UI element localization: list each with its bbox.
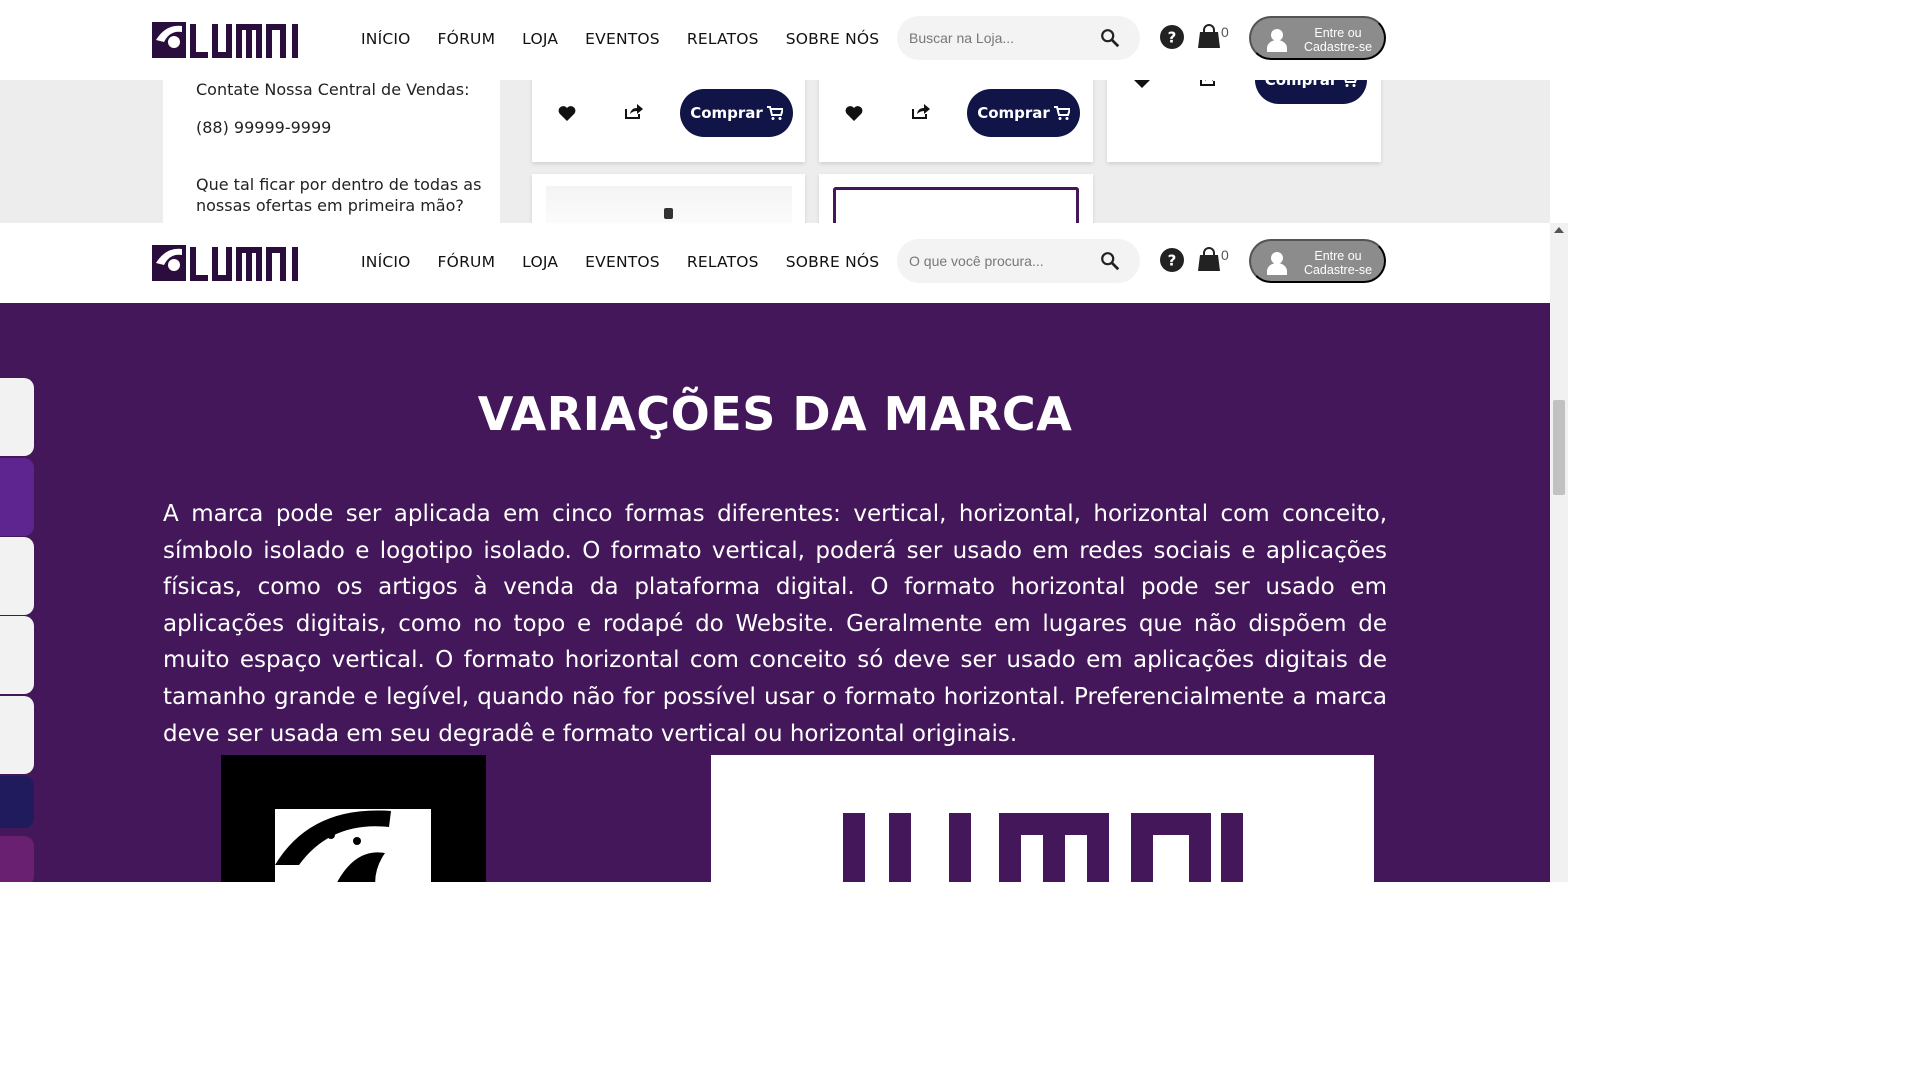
heart-icon[interactable] — [558, 105, 576, 121]
side-tab[interactable] — [0, 537, 34, 615]
product-image[interactable] — [546, 186, 792, 223]
contact-card: Contate Nossa Central de Vendas: (88) 99… — [163, 80, 500, 223]
buy-button[interactable]: Comprar — [967, 89, 1080, 137]
search-icon[interactable] — [1099, 250, 1121, 272]
svg-text:?: ? — [1168, 29, 1177, 47]
scroll-up-icon[interactable] — [1554, 227, 1564, 233]
login-label: Entre ou Cadastre-se — [1303, 249, 1373, 277]
cart-icon — [1344, 80, 1358, 87]
help-icon[interactable]: ? — [1160, 248, 1184, 272]
share-icon[interactable] — [1200, 80, 1218, 86]
login-button[interactable]: Entre ou Cadastre-se — [1249, 239, 1386, 283]
side-tab[interactable] — [0, 776, 34, 828]
nav-sobre-nos[interactable]: SOBRE NÓS — [786, 30, 880, 48]
product-thumbnail — [664, 208, 673, 219]
nav-relatos[interactable]: RELATOS — [687, 253, 759, 271]
product-card: Comprar — [532, 80, 805, 162]
product-image[interactable] — [833, 187, 1079, 223]
main-nav: INÍCIO FÓRUM LOJA EVENTOS RELATOS SOBRE … — [361, 30, 906, 48]
store-content: Contate Nossa Central de Vendas: (88) 99… — [0, 80, 1550, 223]
shopping-bag-icon[interactable] — [1198, 24, 1220, 48]
side-tab[interactable] — [0, 836, 34, 882]
cart-count: 0 — [1221, 247, 1229, 263]
shopping-bag-icon[interactable] — [1198, 247, 1220, 271]
nav-eventos[interactable]: EVENTOS — [585, 30, 660, 48]
nav-forum[interactable]: FÓRUM — [438, 253, 496, 271]
nav-inicio[interactable]: INÍCIO — [361, 253, 411, 271]
brand-logotype-white — [711, 755, 1374, 882]
cart-icon — [1053, 106, 1070, 120]
login-button[interactable]: Entre ou Cadastre-se — [1249, 16, 1386, 60]
nav-forum[interactable]: FÓRUM — [438, 30, 496, 48]
login-label: Entre ou Cadastre-se — [1303, 26, 1373, 54]
main-nav: INÍCIO FÓRUM LOJA EVENTOS RELATOS SOBRE … — [361, 253, 906, 271]
user-icon — [1267, 252, 1287, 275]
search-icon[interactable] — [1099, 27, 1121, 49]
section-title: VARIAÇÕES DA MARCA — [477, 387, 1073, 441]
heart-icon[interactable] — [845, 105, 863, 121]
share-icon[interactable] — [625, 103, 643, 119]
section-text: A marca pode ser aplicada em cinco forma… — [163, 501, 1387, 747]
nav-eventos[interactable]: EVENTOS — [585, 253, 660, 271]
scrollbar[interactable] — [1550, 223, 1568, 882]
product-card — [819, 174, 1093, 223]
product-card: Comprar — [1107, 80, 1381, 162]
lumni-logo[interactable] — [152, 243, 308, 283]
brand-symbol-black — [221, 755, 486, 882]
nav-sobre-nos[interactable]: SOBRE NÓS — [786, 253, 880, 271]
brand-variations-section: VARIAÇÕES DA MARCA A marca pode ser apli… — [0, 303, 1550, 882]
product-card: Comprar — [819, 80, 1093, 162]
buy-button[interactable]: Comprar — [1255, 80, 1367, 104]
svg-text:?: ? — [1168, 252, 1177, 270]
buy-button[interactable]: Comprar — [680, 89, 793, 137]
nav-relatos[interactable]: RELATOS — [687, 30, 759, 48]
newsletter-line-1: Que tal ficar por dentro de todas as — [196, 175, 482, 194]
user-icon — [1267, 29, 1287, 52]
site-header-store: INÍCIO FÓRUM LOJA EVENTOS RELATOS SOBRE … — [0, 0, 1550, 80]
contact-phone: (88) 99999-9999 — [196, 118, 332, 137]
lumni-logotype — [843, 813, 1243, 882]
newsletter-line-2: nossas ofertas em primeira mão? — [196, 196, 464, 215]
store-search — [897, 16, 1140, 60]
share-icon[interactable] — [912, 103, 930, 119]
side-tab[interactable] — [0, 458, 34, 536]
cart-icon — [766, 106, 783, 120]
side-tab[interactable] — [0, 696, 34, 774]
store-search-input[interactable] — [909, 16, 1099, 60]
viewport: INÍCIO FÓRUM LOJA EVENTOS RELATOS SOBRE … — [0, 0, 1568, 882]
heart-icon[interactable] — [1133, 80, 1151, 88]
lumni-logo[interactable] — [152, 20, 308, 60]
site-search — [897, 239, 1140, 283]
nav-inicio[interactable]: INÍCIO — [361, 30, 411, 48]
help-icon[interactable]: ? — [1160, 25, 1184, 49]
product-card — [532, 174, 805, 223]
contact-title: Contate Nossa Central de Vendas: — [196, 80, 470, 99]
side-tab[interactable] — [0, 378, 34, 456]
scrollbar-thumb[interactable] — [1553, 400, 1565, 495]
nav-loja[interactable]: LOJA — [522, 253, 558, 271]
side-tab[interactable] — [0, 616, 34, 694]
site-search-input[interactable] — [909, 239, 1099, 283]
lumni-symbol — [275, 809, 431, 882]
site-header-brand: INÍCIO FÓRUM LOJA EVENTOS RELATOS SOBRE … — [0, 223, 1550, 303]
nav-loja[interactable]: LOJA — [522, 30, 558, 48]
cart-count: 0 — [1221, 24, 1229, 40]
